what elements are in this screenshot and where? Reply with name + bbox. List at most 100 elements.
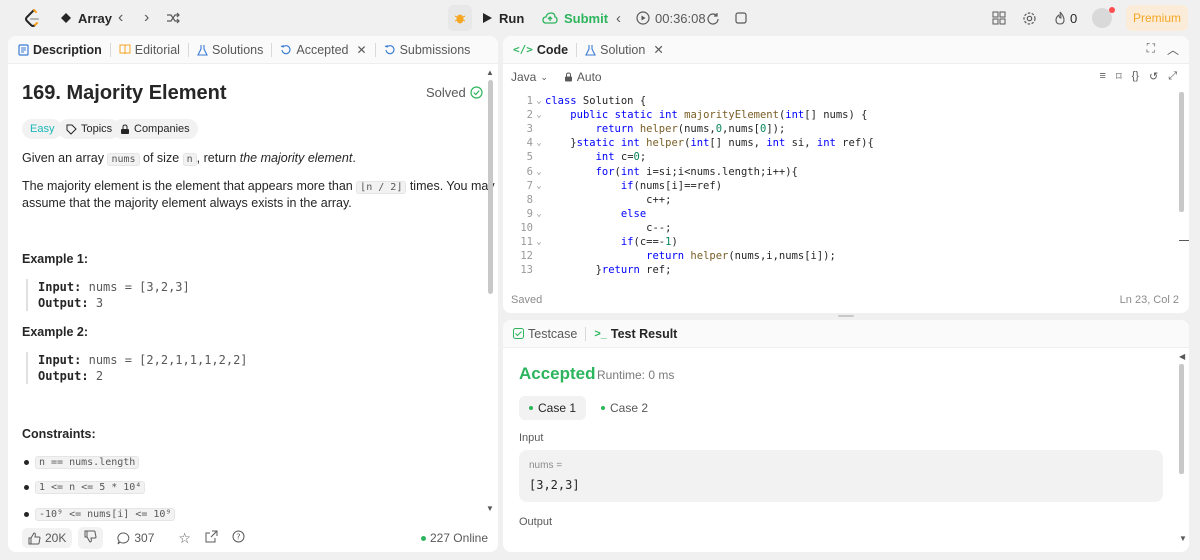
- fold-chevron-icon[interactable]: ⌄: [533, 181, 545, 191]
- constraint-text: 1 <= n <= 5 * 10⁴: [35, 481, 146, 494]
- leetcode-logo-icon[interactable]: [22, 8, 42, 28]
- difficulty-label: Easy: [30, 123, 55, 135]
- random-problem-button[interactable]: [166, 0, 180, 36]
- debug-button[interactable]: [448, 5, 472, 31]
- format-icon[interactable]: ≡: [1100, 70, 1106, 83]
- reset-timer-button[interactable]: [706, 0, 720, 36]
- mode-select[interactable]: Auto: [564, 70, 602, 84]
- code-line[interactable]: 1 ⌄ class Solution {: [513, 94, 646, 108]
- fold-chevron-icon[interactable]: ⌄: [533, 209, 545, 219]
- code-line[interactable]: 8 c++;: [513, 193, 672, 207]
- problem-list-button[interactable]: Array: [60, 0, 112, 36]
- code-text: if(c==-1): [620, 236, 678, 248]
- streak-button[interactable]: 0: [1054, 0, 1077, 36]
- tab-description[interactable]: Description: [8, 36, 110, 64]
- topics-button[interactable]: Topics: [58, 119, 121, 139]
- companies-label: Companies: [134, 123, 190, 135]
- description-scrollbar[interactable]: [488, 80, 493, 294]
- tab-editorial[interactable]: Editorial: [111, 36, 188, 64]
- fold-chevron-icon[interactable]: ⌄: [533, 167, 545, 177]
- close-icon[interactable]: ✕: [653, 42, 663, 57]
- timer-collapse-button[interactable]: ‹: [616, 0, 621, 36]
- code-panel: </> Code Solution ✕ ⛶ ︿ Java ⌄ Auto ≡ ⌑ …: [503, 36, 1189, 313]
- companies-button[interactable]: Companies: [112, 119, 198, 139]
- avatar[interactable]: [1092, 0, 1115, 36]
- code-line[interactable]: 4 ⌄ }static int helper(int[] nums, int si…: [513, 136, 874, 150]
- code-line[interactable]: 6 ⌄ for(int i=si;i<nums.length;i++){: [513, 165, 798, 179]
- comments-button[interactable]: 307: [117, 531, 154, 545]
- code-text: for(int i=si;i<nums.length;i++){: [595, 165, 798, 178]
- tab-code[interactable]: </> Code: [503, 36, 576, 64]
- code-scrollbar[interactable]: [1179, 92, 1184, 212]
- tab-testcase[interactable]: Testcase: [503, 320, 585, 348]
- code-line[interactable]: 3 return helper(nums,0,nums[0]);: [513, 122, 786, 136]
- case-2-tab[interactable]: Case 2: [591, 396, 658, 420]
- notes-button[interactable]: [734, 0, 748, 36]
- share-button[interactable]: [205, 530, 218, 546]
- expand-icon[interactable]: ⤢: [1168, 70, 1177, 83]
- chevron-up-icon[interactable]: ︿: [1167, 41, 1179, 58]
- layout-button[interactable]: [992, 0, 1006, 36]
- dislike-button[interactable]: [78, 527, 104, 549]
- bug-icon: [454, 14, 466, 24]
- settings-button[interactable]: [1022, 0, 1037, 36]
- line-number: 13: [520, 264, 533, 277]
- panel-resize-handle[interactable]: [838, 315, 854, 317]
- constraint-item: -10⁹ <= nums[i] <= 10⁹: [24, 508, 176, 521]
- fold-chevron-icon[interactable]: ⌄: [533, 96, 545, 106]
- fold-chevron-icon[interactable]: ⌄: [533, 138, 545, 148]
- code-line[interactable]: 2 ⌄ public static int majorityElement(int…: [513, 108, 868, 122]
- prev-problem-button[interactable]: ‹: [118, 0, 123, 36]
- help-button[interactable]: ?: [232, 530, 245, 546]
- language-label: Java: [511, 70, 537, 84]
- tab-solutions[interactable]: Solutions: [189, 36, 271, 64]
- code-text: else: [620, 207, 647, 220]
- difficulty-badge[interactable]: Easy: [22, 119, 63, 139]
- scroll-up-icon[interactable]: ▲: [486, 68, 494, 77]
- test-tabs: Testcase >_ Test Result: [503, 320, 1189, 348]
- code-line[interactable]: 7 ⌄ if(nums[i]==ref): [513, 179, 722, 193]
- star-icon: ☆: [178, 529, 191, 546]
- tag-icon: [66, 124, 77, 135]
- case-1-tab[interactable]: Case 1: [519, 396, 587, 420]
- language-select[interactable]: Java ⌄: [511, 70, 548, 84]
- like-button[interactable]: 20K: [22, 528, 73, 548]
- example-input: nums = [2,2,1,1,1,2,2]: [88, 353, 248, 367]
- tab-submissions[interactable]: Submissions: [376, 36, 479, 64]
- desc-text: times. You may: [406, 179, 495, 193]
- code-line[interactable]: 13 }return ref;: [513, 263, 671, 277]
- scroll-down-icon[interactable]: ▼: [486, 504, 494, 513]
- braces-icon[interactable]: {}: [1132, 70, 1139, 83]
- premium-button[interactable]: Premium: [1126, 5, 1188, 31]
- code-line[interactable]: 9 ⌄ else: [513, 207, 646, 221]
- fold-chevron-icon[interactable]: ⌄: [533, 110, 545, 120]
- timer[interactable]: 00:36:08: [636, 5, 706, 31]
- test-scrollbar[interactable]: [1179, 364, 1184, 474]
- next-problem-button[interactable]: ›: [144, 0, 149, 36]
- submit-label: Submit: [564, 10, 609, 26]
- run-button[interactable]: Run: [482, 5, 524, 31]
- fold-chevron-icon[interactable]: ⌄: [533, 237, 545, 247]
- tab-test-result[interactable]: >_ Test Result: [586, 320, 685, 348]
- code-line[interactable]: 5 int c=0;: [513, 150, 647, 164]
- tab-solution[interactable]: Solution ✕: [577, 36, 672, 64]
- submit-button[interactable]: Submit: [542, 5, 608, 31]
- code-line[interactable]: 12 return helper(nums,i,nums[i]);: [513, 249, 835, 263]
- favorite-button[interactable]: ☆: [178, 530, 191, 547]
- top-bar: Array ‹ › Run Submit ‹ 00:36:08 0 Premiu…: [0, 0, 1200, 36]
- tab-accepted[interactable]: Accepted ✕: [272, 36, 374, 64]
- code-text: return helper(nums,0,nums[0]);: [595, 123, 786, 136]
- scroll-down-icon[interactable]: ▼: [1179, 534, 1187, 543]
- undo-icon[interactable]: ↺: [1149, 70, 1158, 83]
- play-circle-icon: [636, 11, 650, 25]
- line-number: 6: [526, 165, 533, 178]
- terminal-icon: >_: [594, 327, 607, 340]
- bookmark-icon[interactable]: ⌑: [1116, 70, 1122, 83]
- scroll-up-icon[interactable]: ◀: [1179, 352, 1185, 361]
- close-icon[interactable]: ✕: [357, 43, 367, 57]
- code-line[interactable]: 10 c--;: [513, 221, 671, 235]
- code-line[interactable]: 11 ⌄ if(c==-1): [513, 235, 678, 249]
- problem-title[interactable]: 169. Majority Element: [22, 82, 227, 105]
- maximize-icon[interactable]: ⛶: [1147, 41, 1155, 58]
- code-text: public static int majorityElement(int[] …: [570, 109, 868, 122]
